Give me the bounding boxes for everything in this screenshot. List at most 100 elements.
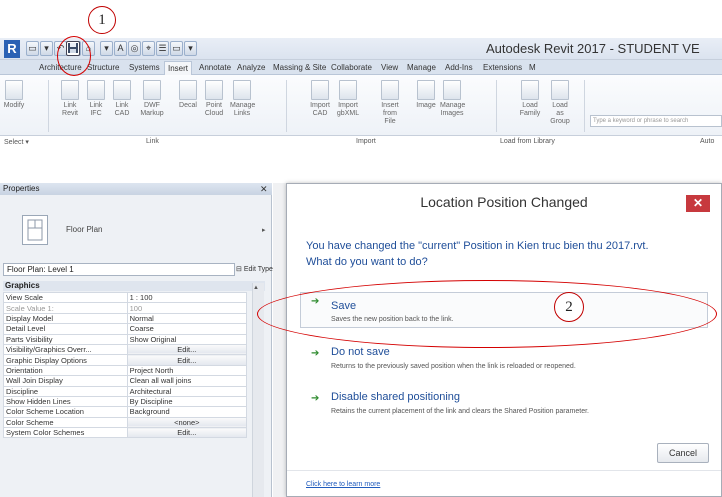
property-value[interactable]: Coarse xyxy=(126,323,248,335)
qat-measure-icon[interactable]: ◎ xyxy=(128,41,141,56)
edit-type-button[interactable]: ⊟ Edit Type xyxy=(236,263,273,276)
qat-text-icon[interactable]: A xyxy=(114,41,127,56)
ribbon-import-cad-button[interactable]: Import CAD xyxy=(308,80,332,118)
ribbon-button-label: Insert from File xyxy=(381,102,399,125)
ribbon-manage-links-button[interactable]: Manage Links xyxy=(230,80,255,118)
dialog-question-line1: You have changed the "current" Position … xyxy=(306,240,649,252)
property-row: View Scale 1 : 100 xyxy=(3,291,248,304)
properties-group-graphics[interactable]: Graphics xyxy=(3,281,265,291)
link-cad-icon xyxy=(113,80,131,100)
tab-architecture[interactable]: Architecture xyxy=(36,61,85,75)
property-value[interactable]: By Discipline xyxy=(126,395,248,408)
tab-manage[interactable]: Manage xyxy=(404,61,439,75)
qat-align-icon[interactable]: ☰ xyxy=(156,41,169,56)
qat-open-icon[interactable]: ▭ xyxy=(26,41,39,56)
qat-customize-icon[interactable]: ▾ xyxy=(184,41,197,56)
ribbon-image-button[interactable]: Image xyxy=(414,80,438,110)
type-selector-name[interactable]: Floor Plan xyxy=(66,225,102,234)
property-value[interactable]: Architectural xyxy=(126,385,248,397)
tab-extensions[interactable]: Extensions xyxy=(480,61,525,75)
property-row: Discipline Architectural xyxy=(3,385,248,397)
cancel-button[interactable]: Cancel xyxy=(657,443,709,463)
ribbon-button-label: Link CAD xyxy=(114,102,130,117)
property-name: Orientation xyxy=(3,364,128,377)
revit-logo-icon[interactable]: R xyxy=(4,40,20,58)
property-edit-button[interactable]: <none> xyxy=(126,416,248,429)
property-edit-button[interactable]: Edit... xyxy=(126,354,248,366)
tab-systems[interactable]: Systems xyxy=(126,61,163,75)
ribbon-point-cloud-button[interactable]: Point Cloud xyxy=(202,80,226,118)
import-gbxml-icon xyxy=(339,80,357,100)
ribbon-modify-button[interactable]: Modify xyxy=(2,80,26,110)
ribbon-dwf-markup-button[interactable]: DWF Markup xyxy=(140,80,164,118)
properties-scrollbar[interactable] xyxy=(252,283,264,497)
option-disable-shared-positioning-button[interactable]: ➔ Disable shared positioning Retains the… xyxy=(300,389,708,421)
property-edit-button[interactable]: Edit... xyxy=(126,427,248,439)
type-selector-arrow-icon[interactable]: ▸ xyxy=(262,226,266,234)
dialog-question: You have changed the "current" Position … xyxy=(306,238,716,270)
ribbon-decal-button[interactable]: Decal xyxy=(176,80,200,110)
property-value[interactable]: 1 : 100 xyxy=(126,291,248,304)
dialog-footer-divider xyxy=(287,470,721,471)
ribbon-button-label: Import CAD xyxy=(310,102,330,117)
ribbon-manage-images-button[interactable]: Manage Images xyxy=(440,80,465,118)
qat-more-icon[interactable]: ▾ xyxy=(100,41,113,56)
dialog-close-button[interactable]: ✕ xyxy=(686,195,710,212)
property-row: Wall Join Display Clean all wall joins xyxy=(3,375,248,387)
qat-open-dropdown-icon[interactable]: ▾ xyxy=(40,41,53,56)
edit-type-icon: ⊟ xyxy=(236,266,242,273)
properties-close-icon[interactable]: ✕ xyxy=(260,183,268,195)
search-input[interactable]: Type a keyword or phrase to search xyxy=(590,115,722,127)
tab-add-ins[interactable]: Add-Ins xyxy=(442,61,476,75)
property-name: Show Hidden Lines xyxy=(3,395,128,408)
dialog-title: Location Position Changed xyxy=(420,194,588,210)
qat-snap-icon[interactable]: ⌖ xyxy=(142,41,155,56)
qat-window-icon[interactable]: ▭ xyxy=(170,41,183,56)
learn-more-link[interactable]: Click here to learn more xyxy=(306,481,380,488)
decal-icon xyxy=(179,80,197,100)
tab-collaborate[interactable]: Collaborate xyxy=(328,61,375,75)
tab-m[interactable]: M xyxy=(526,61,539,75)
ribbon-import-gbxml-button[interactable]: Import gbXML xyxy=(336,80,360,118)
tab-insert[interactable]: Insert xyxy=(164,61,193,75)
ribbon-load-as-group-button[interactable]: Load as Group xyxy=(548,80,572,126)
ribbon-load-family-button[interactable]: Load Family xyxy=(518,80,542,118)
panel-select-label[interactable]: Select ▾ xyxy=(4,138,29,146)
ribbon-link-cad-button[interactable]: Link CAD xyxy=(110,80,134,118)
scroll-up-icon[interactable]: ▲ xyxy=(253,285,259,291)
ribbon-panel-divider xyxy=(286,80,287,132)
tab-view[interactable]: View xyxy=(378,61,401,75)
tab-analyze[interactable]: Analyze xyxy=(234,61,268,75)
property-value[interactable]: Clean all wall joins xyxy=(126,375,248,387)
ribbon-link-revit-button[interactable]: Link Revit xyxy=(58,80,82,118)
qat-home-icon[interactable]: ⌂ xyxy=(82,41,95,56)
property-row: Color Scheme Location Background xyxy=(3,406,248,418)
property-name: Color Scheme xyxy=(3,416,128,429)
tab-massing-site[interactable]: Massing & Site xyxy=(270,61,329,75)
tab-annotate[interactable]: Annotate xyxy=(196,61,234,75)
callout-one: 1 xyxy=(88,6,116,34)
dwf-markup-icon xyxy=(143,80,161,100)
ribbon-panel-divider xyxy=(496,80,497,132)
option-do-not-save-button[interactable]: ➔ Do not save Returns to the previously … xyxy=(300,344,708,376)
property-value[interactable]: Project North xyxy=(126,364,248,377)
window-title: Autodesk Revit 2017 - STUDENT VE xyxy=(486,41,700,56)
tab-structure[interactable]: Structure xyxy=(84,61,122,75)
ribbon-button-label: Link IFC xyxy=(89,102,103,117)
save-icon[interactable] xyxy=(66,41,80,56)
property-value[interactable]: Normal xyxy=(126,312,248,325)
property-name: Parts Visibility xyxy=(3,333,128,345)
property-edit-button[interactable]: Edit... xyxy=(126,343,248,356)
instance-filter-select[interactable]: Floor Plan: Level 1 xyxy=(3,263,235,276)
ribbon-link-ifc-button[interactable]: Link IFC xyxy=(84,80,108,118)
property-row: System Color Schemes Edit... xyxy=(3,427,248,439)
property-value[interactable]: 100 xyxy=(126,302,248,314)
option-save-button[interactable]: ➔ Save Saves the new position back to th… xyxy=(300,292,708,328)
property-name: Discipline xyxy=(3,385,128,397)
property-value[interactable]: Background xyxy=(126,406,248,418)
property-name: Graphic Display Options xyxy=(3,354,128,366)
property-value[interactable]: Show Original xyxy=(126,333,248,345)
ribbon-insert-from-file-button[interactable]: Insert from File xyxy=(378,80,402,126)
load-family-icon xyxy=(521,80,539,100)
ribbon-button-label: Image xyxy=(416,102,436,109)
